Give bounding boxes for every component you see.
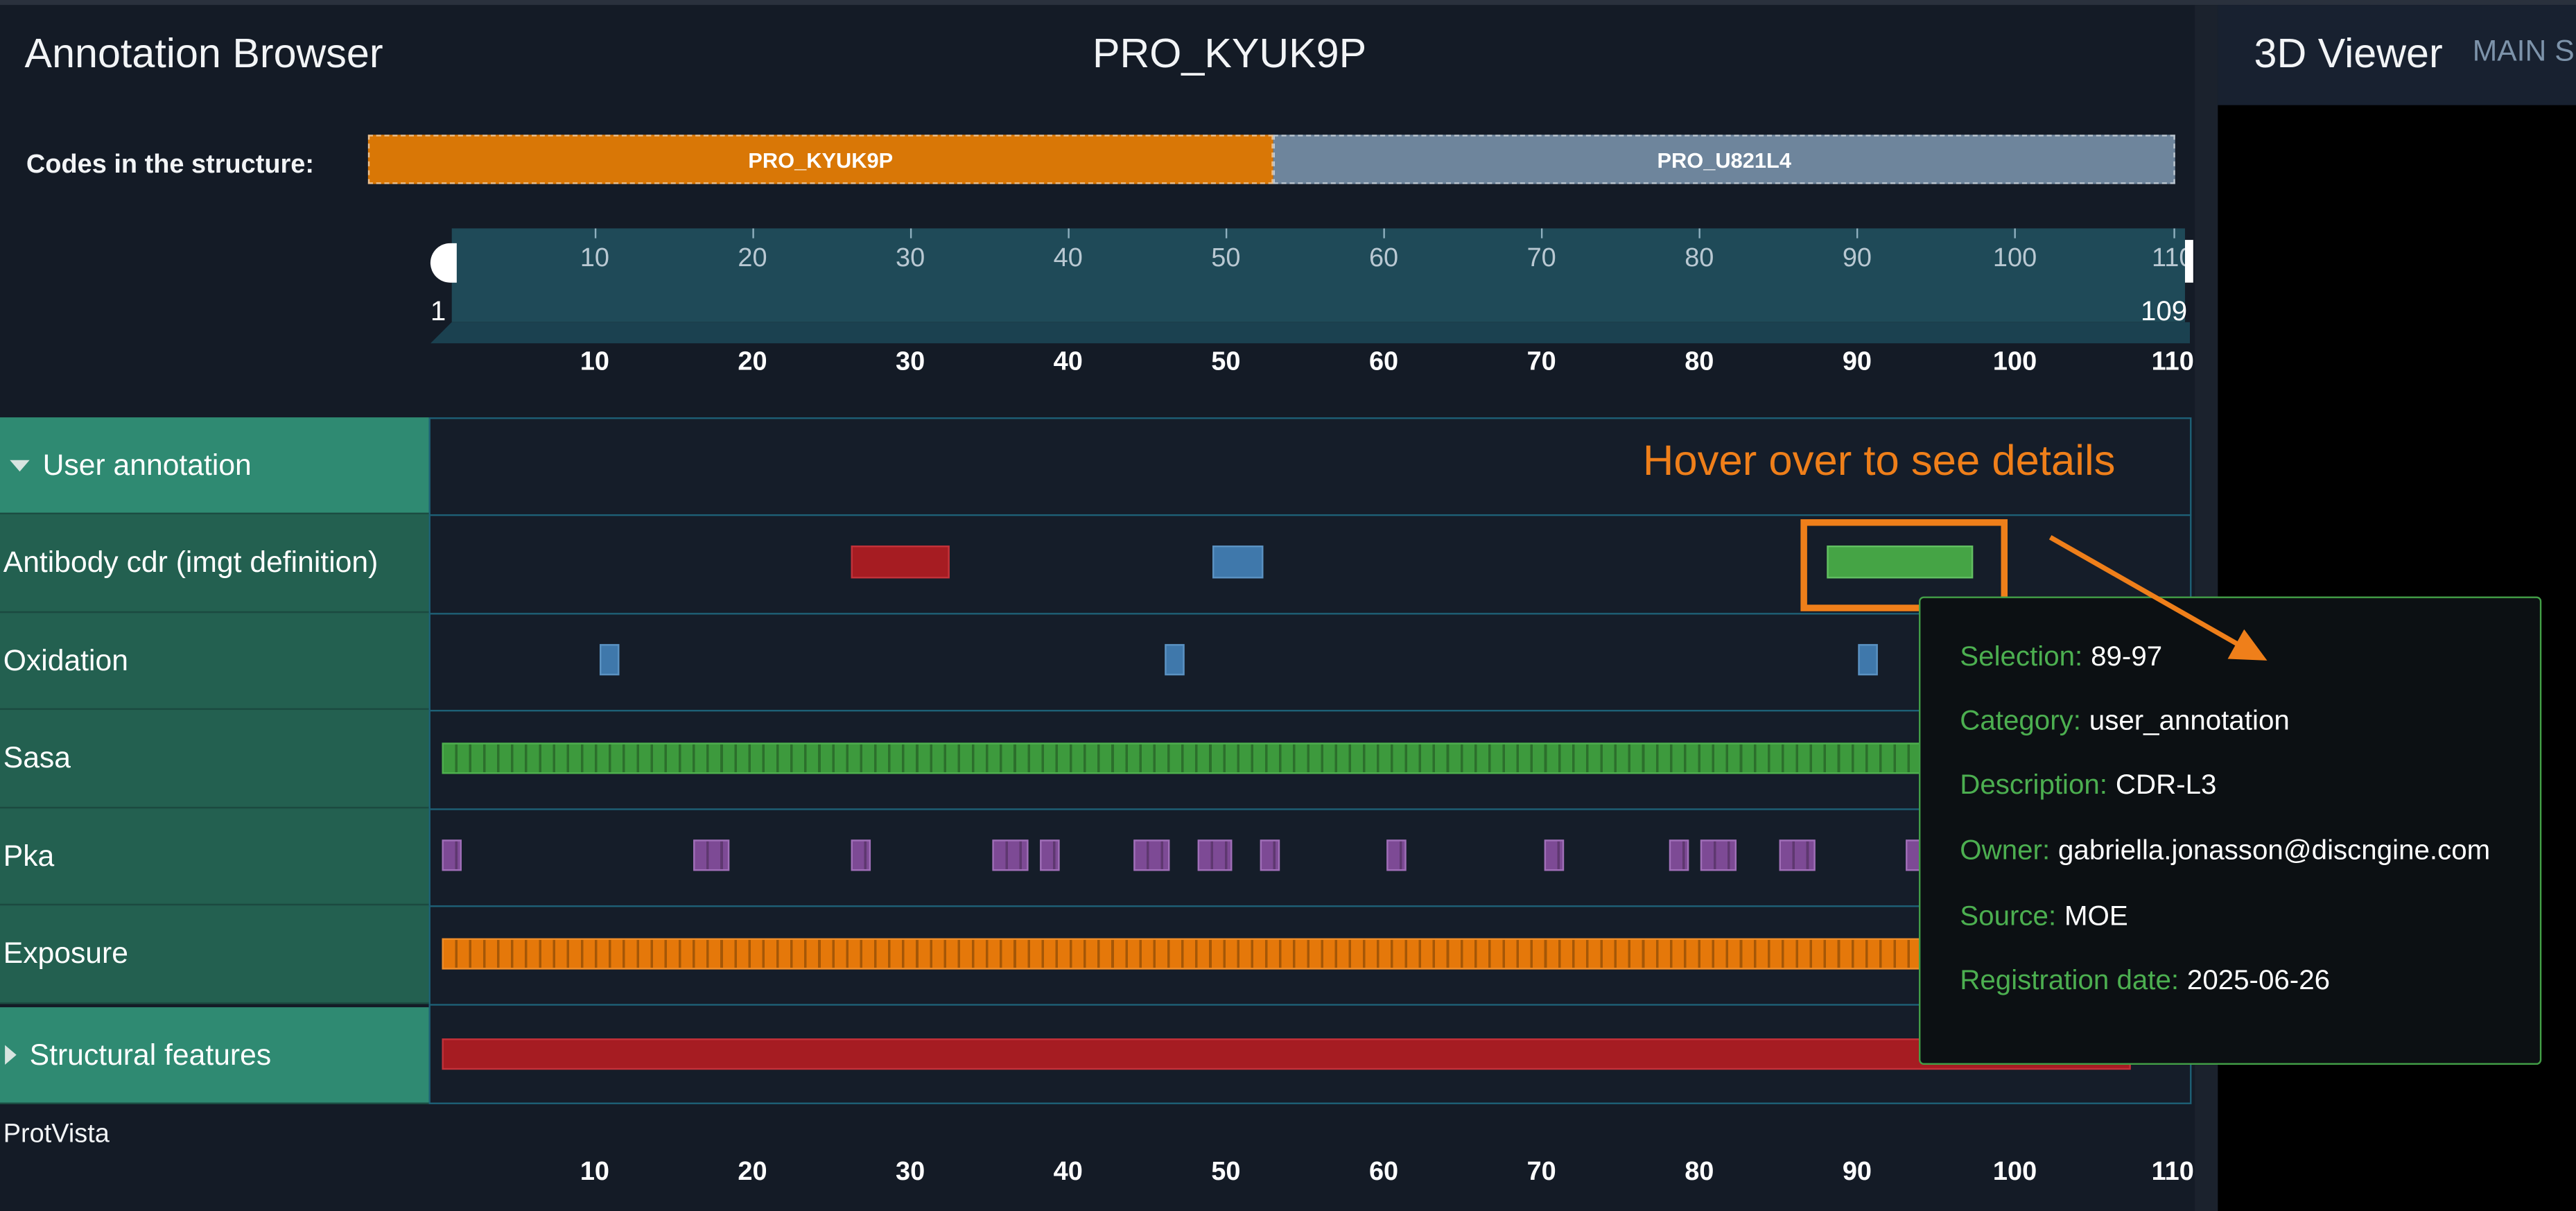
callout-arrow: [2048, 535, 2268, 661]
callout-arrow-head: [2227, 629, 2268, 661]
callout-arrow-line: [2048, 535, 2239, 647]
